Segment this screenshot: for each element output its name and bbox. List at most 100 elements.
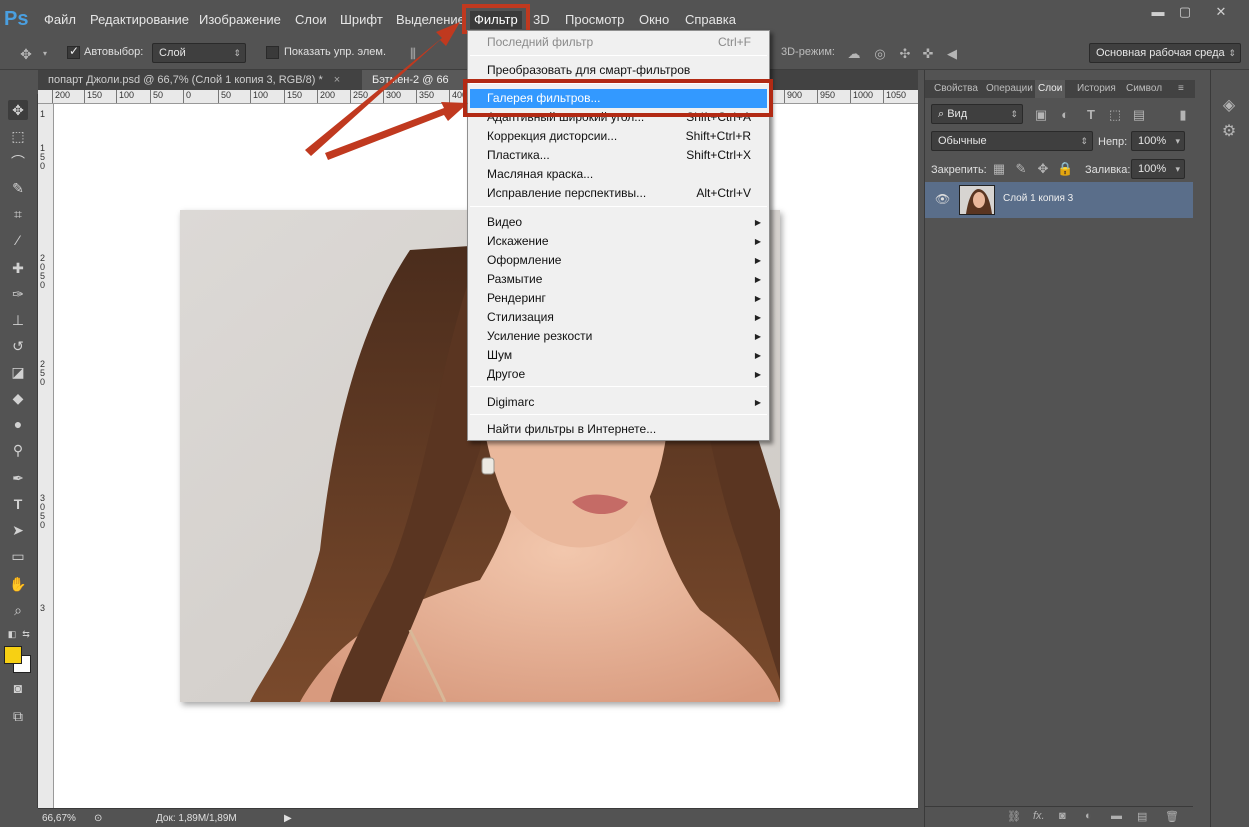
menu-item-blur[interactable]: Размытие ▶: [468, 270, 769, 289]
pan-3d-icon[interactable]: ✣: [897, 46, 913, 62]
filter-smart-object-icon[interactable]: ▤: [1131, 107, 1147, 123]
type-tool-icon[interactable]: T: [8, 494, 28, 514]
orbit-3d-icon[interactable]: ☁: [846, 46, 862, 62]
pen-tool-icon[interactable]: ✒: [8, 468, 28, 488]
brush-tool-icon[interactable]: ✑: [8, 284, 28, 304]
dodge-tool-icon[interactable]: ⚲: [8, 440, 28, 460]
tab-actions[interactable]: Операции: [983, 80, 1036, 98]
clone-stamp-tool-icon[interactable]: ⊥: [8, 310, 28, 330]
tab-popart-joli[interactable]: попарт Джоли.psd @ 66,7% (Слой 1 копия 3…: [38, 70, 362, 90]
roll-3d-icon[interactable]: ◎: [872, 46, 888, 62]
menu-layers[interactable]: Слои: [295, 11, 327, 29]
workspace-dropdown[interactable]: Основная рабочая среда ⇕: [1089, 43, 1241, 63]
menu-window[interactable]: Окно: [639, 11, 669, 29]
move-tool-icon[interactable]: ✥: [8, 100, 28, 120]
tab-character[interactable]: Символ: [1123, 80, 1165, 98]
layer-style-icon[interactable]: fx.: [1033, 810, 1045, 822]
export-icon[interactable]: ⊙: [94, 813, 102, 824]
menu-item-oil-paint[interactable]: Масляная краска...: [468, 165, 769, 184]
blur-tool-icon[interactable]: ●: [8, 414, 28, 434]
chevron-down-icon[interactable]: ▾: [37, 46, 53, 62]
menu-item-artistic[interactable]: Оформление ▶: [468, 251, 769, 270]
layer-row[interactable]: 👁 Слой 1 копия 3: [925, 182, 1193, 218]
menu-item-filter-gallery[interactable]: Галерея фильтров...: [470, 89, 767, 108]
tab-history[interactable]: История: [1074, 80, 1119, 98]
menu-3d[interactable]: 3D: [533, 11, 550, 29]
auto-select-checkbox[interactable]: [67, 44, 80, 59]
menu-item-browse-filters-online[interactable]: Найти фильтры в Интернете...: [468, 420, 769, 439]
menu-help[interactable]: Справка: [685, 11, 736, 29]
eyedropper-tool-icon[interactable]: ⁄: [8, 230, 28, 250]
play-arrow-icon[interactable]: ▶: [284, 813, 292, 824]
marquee-tool-icon[interactable]: ⬚: [8, 126, 28, 146]
menu-item-stylize[interactable]: Стилизация ▶: [468, 308, 769, 327]
hand-tool-icon[interactable]: ✋: [8, 574, 28, 594]
color-panel-icon[interactable]: ◈: [1221, 98, 1237, 114]
blend-mode-dropdown[interactable]: Обычные ⇕: [931, 131, 1093, 151]
rectangle-tool-icon[interactable]: ▭: [8, 546, 28, 566]
eraser-tool-icon[interactable]: ◪: [8, 362, 28, 382]
filter-type-icon[interactable]: T: [1083, 107, 1099, 123]
menu-item-other[interactable]: Другое ▶: [468, 365, 769, 384]
adjustment-layer-icon[interactable]: ◐: [1085, 810, 1092, 822]
filter-toggle-icon[interactable]: ▮: [1175, 107, 1191, 123]
close-icon[interactable]: ✕: [1210, 4, 1232, 20]
paint-bucket-tool-icon[interactable]: ◆: [8, 388, 28, 408]
menu-item-sharpen[interactable]: Усиление резкости ▶: [468, 327, 769, 346]
filter-pixel-icon[interactable]: ▣: [1033, 107, 1049, 123]
menu-item-noise[interactable]: Шум ▶: [468, 346, 769, 365]
swap-colors-icon[interactable]: ⇆: [16, 624, 36, 644]
link-layers-icon[interactable]: ⛓: [1007, 810, 1021, 823]
move-tool-icon[interactable]: ✥: [18, 46, 34, 62]
menu-type[interactable]: Шрифт: [340, 11, 383, 29]
menu-image[interactable]: Изображение: [199, 11, 281, 29]
opacity-field[interactable]: 100% ▾: [1131, 131, 1185, 151]
quick-mask-icon[interactable]: ◙: [8, 678, 28, 698]
menu-item-lens-correction[interactable]: Коррекция дисторсии... Shift+Ctrl+R: [468, 127, 769, 146]
menu-item-convert-smart-filters[interactable]: Преобразовать для смарт-фильтров: [468, 61, 769, 80]
panel-menu-icon[interactable]: ≡: [1175, 80, 1187, 98]
zoom-level[interactable]: 66,67%: [42, 813, 76, 824]
quick-select-tool-icon[interactable]: ✎: [8, 178, 28, 198]
path-select-tool-icon[interactable]: ➤: [8, 520, 28, 540]
filter-shape-icon[interactable]: ⬚: [1107, 107, 1123, 123]
menu-item-vanishing-point[interactable]: Исправление перспективы... Alt+Ctrl+V: [468, 184, 769, 203]
screen-mode-icon[interactable]: ⧉: [8, 706, 28, 726]
lock-all-icon[interactable]: 🔒: [1057, 161, 1073, 177]
scale-3d-icon[interactable]: ◀: [944, 46, 960, 62]
lock-transparent-icon[interactable]: ▦: [991, 161, 1007, 177]
history-brush-tool-icon[interactable]: ↺: [8, 336, 28, 356]
menu-view[interactable]: Просмотр: [565, 11, 624, 29]
auto-select-dropdown[interactable]: Слой ⇕: [152, 43, 246, 63]
foreground-color-swatch[interactable]: [4, 646, 22, 664]
menu-edit[interactable]: Редактирование: [90, 11, 189, 29]
minimize-icon[interactable]: ▬: [1147, 4, 1169, 20]
filter-adjustment-icon[interactable]: ◐: [1057, 107, 1073, 123]
eye-icon[interactable]: 👁: [935, 192, 950, 206]
swatches-panel-icon[interactable]: ⚙: [1221, 124, 1237, 140]
layer-filter-dropdown[interactable]: ⌕ Вид ⇕: [931, 104, 1023, 124]
slide-3d-icon[interactable]: ✜: [920, 46, 936, 62]
lasso-tool-icon[interactable]: ⌒: [8, 152, 28, 172]
restore-icon[interactable]: ▢: [1174, 4, 1196, 20]
tab-layers[interactable]: Слои: [1035, 80, 1066, 98]
crop-tool-icon[interactable]: ⌗: [8, 204, 28, 224]
fill-field[interactable]: 100% ▾: [1131, 159, 1185, 179]
trash-icon[interactable]: 🗑: [1165, 810, 1179, 823]
lock-position-icon[interactable]: ✥: [1035, 161, 1051, 177]
close-icon[interactable]: ×: [334, 74, 340, 86]
new-layer-icon[interactable]: ▤: [1137, 810, 1147, 823]
healing-brush-tool-icon[interactable]: ✚: [8, 258, 28, 278]
tab-properties[interactable]: Свойства: [931, 80, 981, 98]
layer-name[interactable]: Слой 1 копия 3: [1003, 193, 1073, 204]
add-mask-icon[interactable]: ◙: [1059, 810, 1066, 822]
menu-file[interactable]: Файл: [44, 11, 76, 29]
menu-item-video[interactable]: Видео ▶: [468, 213, 769, 232]
align-top-icon[interactable]: ⫼: [405, 46, 421, 62]
menu-item-digimarc[interactable]: Digimarc ▶: [468, 393, 769, 412]
new-group-icon[interactable]: ▬: [1111, 810, 1122, 822]
menu-select[interactable]: Выделение: [396, 11, 465, 29]
zoom-tool-icon[interactable]: ⌕: [8, 600, 28, 620]
lock-pixels-icon[interactable]: ✎: [1013, 161, 1029, 177]
menu-item-adaptive-wide-angle[interactable]: Адаптивный широкий угол... Shift+Ctrl+A: [468, 108, 769, 127]
